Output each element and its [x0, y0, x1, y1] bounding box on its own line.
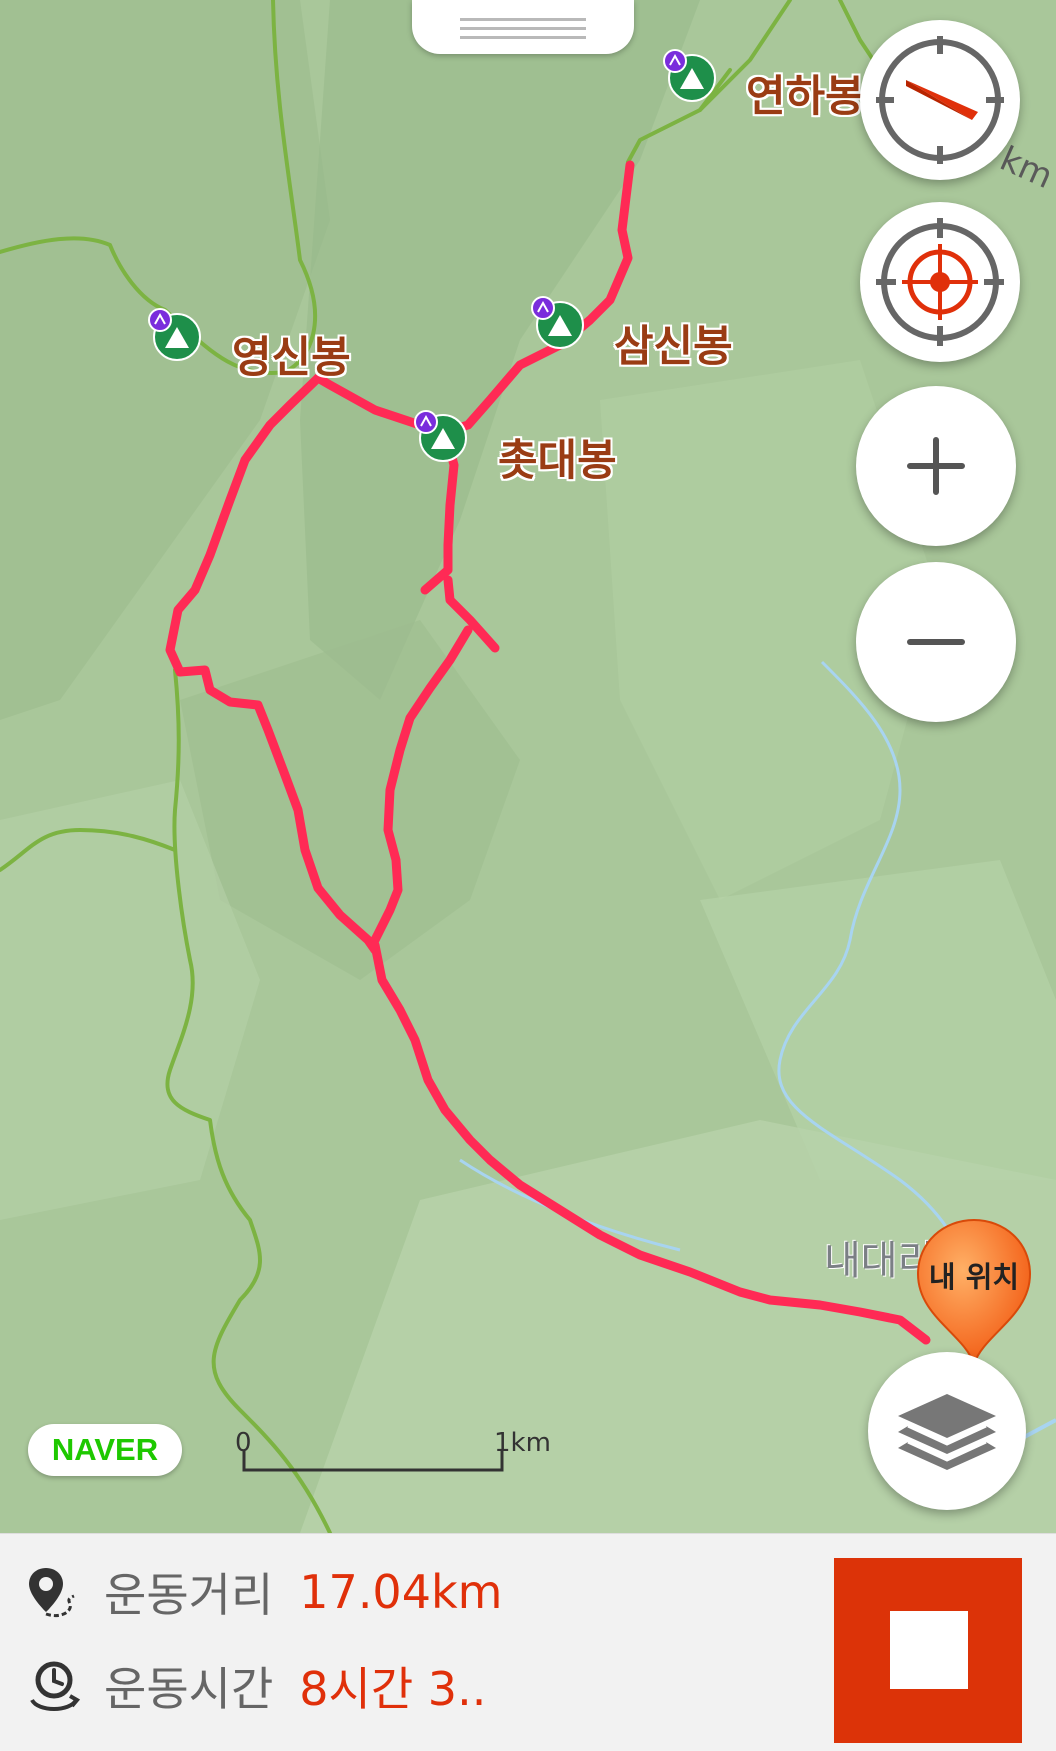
layers-button[interactable] — [868, 1352, 1026, 1510]
layers-icon — [898, 1394, 996, 1470]
peak-label: 삼신봉 — [614, 322, 733, 372]
scale-start-label: 0 — [235, 1428, 252, 1458]
distance-value: 17.04km — [299, 1565, 503, 1619]
elapsed-time-icon — [30, 1661, 81, 1711]
zoom-in-button[interactable] — [856, 386, 1016, 546]
naver-logo: NAVER — [28, 1424, 182, 1476]
drag-handle[interactable] — [412, 0, 634, 54]
activity-panel: 운동거리 17.04km 운동시간 8시간 3.. — [0, 1533, 1056, 1751]
distance-row: 운동거리 17.04km — [24, 1552, 502, 1632]
peak-label: 연하봉 — [746, 72, 865, 122]
peak-label: 촛대봉 — [498, 436, 617, 486]
current-location-button[interactable] — [860, 202, 1020, 362]
time-label: 운동시간 — [104, 1662, 274, 1716]
current-location-icon — [876, 218, 1004, 346]
time-row: 운동시간 8시간 3.. — [24, 1646, 486, 1726]
stop-icon — [890, 1611, 968, 1689]
route-distance-icon — [29, 1568, 75, 1618]
my-location-label: 내 위치 — [928, 1260, 1020, 1294]
zoom-in-icon — [907, 437, 965, 495]
distance-label: 운동거리 — [104, 1568, 274, 1622]
compass-button[interactable] — [860, 20, 1020, 180]
time-value: 8시간 3.. — [299, 1662, 487, 1716]
stop-recording-button[interactable] — [834, 1558, 1022, 1743]
scale-end-label: 1km — [494, 1428, 551, 1458]
map-view[interactable]: 연하봉 영신봉 삼신봉 촛대봉 km 내대리 내 위치 NAVER 0 1km — [0, 0, 1056, 1533]
compass-icon — [876, 36, 1004, 164]
zoom-out-icon — [907, 639, 965, 645]
zoom-out-button[interactable] — [856, 562, 1016, 722]
peak-label: 영신봉 — [232, 333, 351, 383]
